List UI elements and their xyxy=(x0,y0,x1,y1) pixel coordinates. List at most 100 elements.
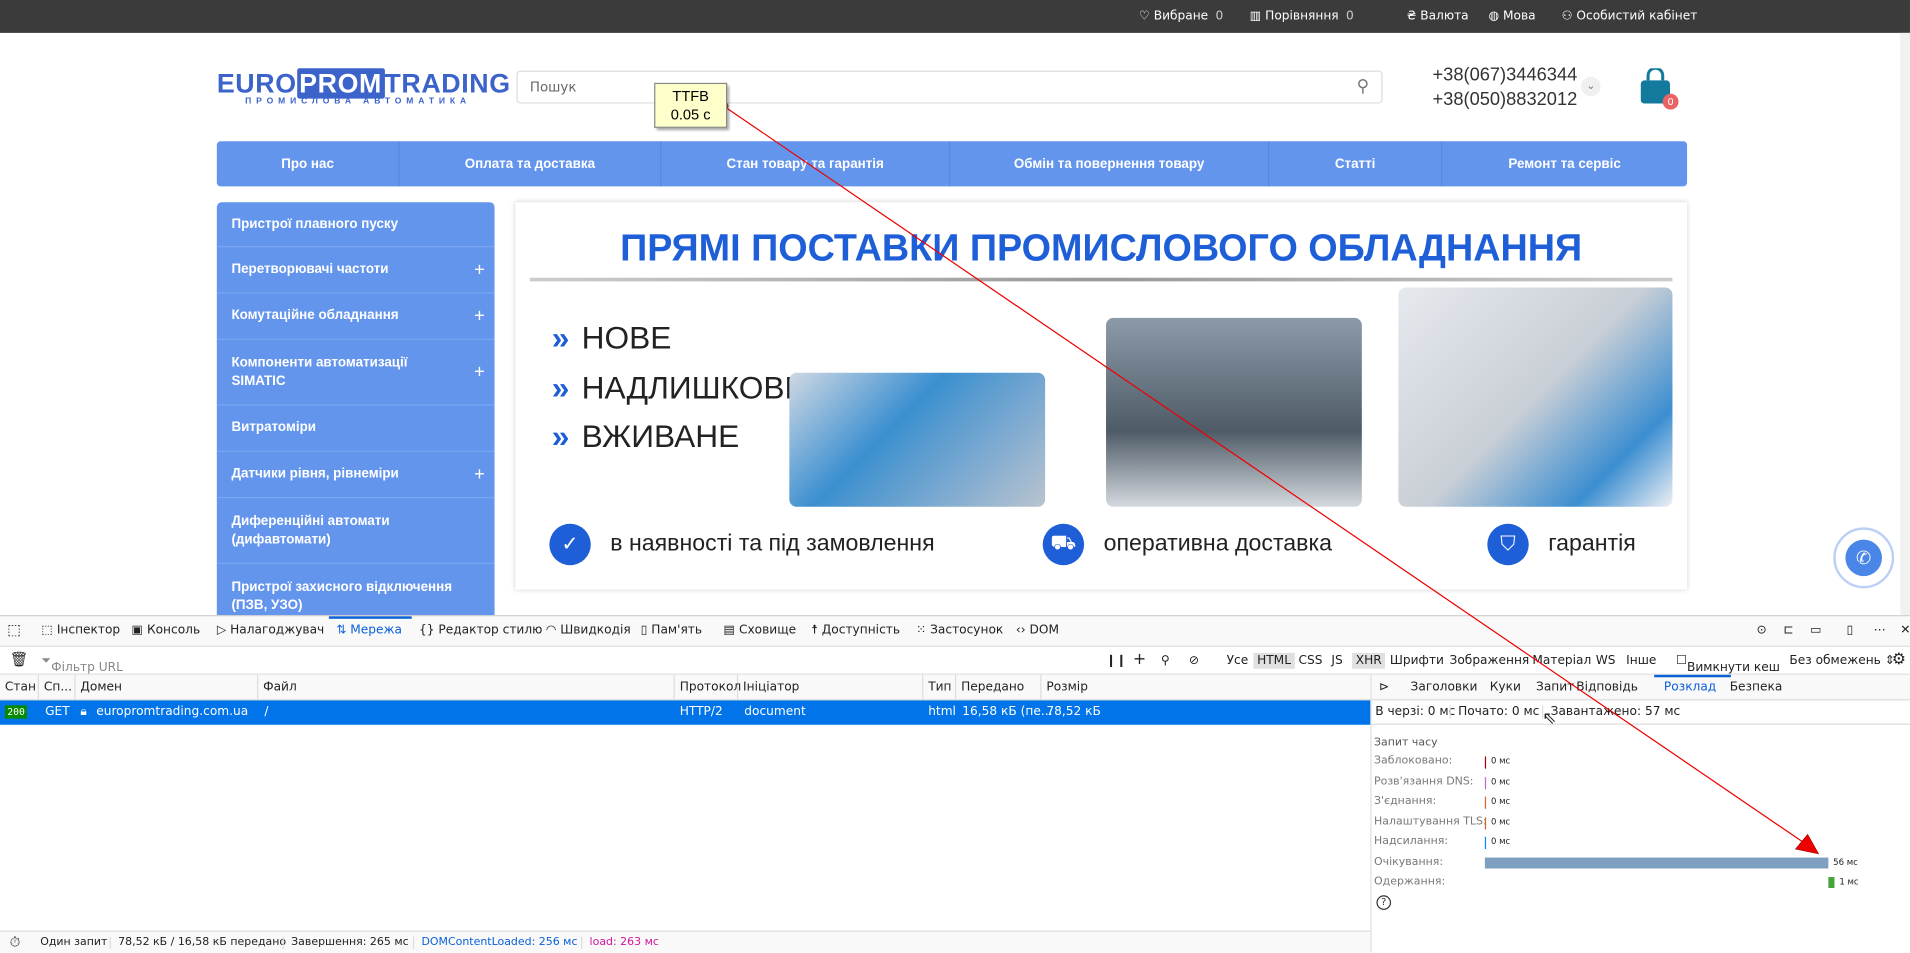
sidebar-item-label: Пристрої плавного пуску xyxy=(231,216,399,231)
column-header[interactable]: Ініціатор xyxy=(738,674,924,701)
tab-console[interactable]: ▣ Консоль xyxy=(132,624,201,637)
filter-ws[interactable]: WS xyxy=(1596,654,1616,667)
sidebar-item-label: Перетворювачі частоти xyxy=(231,261,389,277)
responsive-icon[interactable]: ▯ xyxy=(1847,624,1854,637)
screenshot-icon[interactable]: ⊙ xyxy=(1757,624,1767,637)
request-domain: europromtrading.com.ua xyxy=(96,705,249,719)
logo[interactable]: EURO PROM TRADING ПРОМИСЛОВА АВТОМАТИКА xyxy=(217,68,510,106)
nav-item[interactable]: Оплата та доставка xyxy=(400,141,662,187)
tab-security[interactable]: Безпека xyxy=(1730,681,1783,694)
nav-item[interactable]: Ремонт та сервіс xyxy=(1442,141,1687,186)
filter-images[interactable]: Зображення xyxy=(1450,654,1530,667)
expand-plus-icon[interactable]: + xyxy=(474,363,485,381)
sidebar-item[interactable]: Витратоміри xyxy=(216,406,495,452)
tab-accessibility[interactable]: ☨ Доступність xyxy=(811,624,900,637)
cart-button[interactable]: 0 xyxy=(1638,66,1679,110)
filter-all[interactable]: Усе xyxy=(1227,654,1249,667)
block-icon[interactable]: ⊘ xyxy=(1189,654,1199,667)
account-link[interactable]: ⚇ Особистий кабінет xyxy=(1562,10,1698,23)
rulers-icon[interactable]: ⊏ xyxy=(1783,624,1793,637)
close-icon[interactable]: ✕ xyxy=(1900,624,1910,637)
filter-css[interactable]: CSS xyxy=(1298,654,1322,667)
phone-2[interactable]: +38(050)8832012 xyxy=(1432,88,1577,112)
table-row[interactable]: 200 GET 🔒︎ europromtrading.com.ua / HTTP… xyxy=(0,700,1371,725)
column-header[interactable]: Сп... xyxy=(39,674,76,701)
gear-icon[interactable]: ⚙ xyxy=(1892,650,1906,668)
chevron-down-icon[interactable]: ⌄ xyxy=(1581,76,1601,97)
help-icon[interactable]: ? xyxy=(1376,895,1392,910)
search-input[interactable]: Пошук ⚲ xyxy=(516,70,1383,104)
sidebar-item[interactable]: Пристрої плавного пуску xyxy=(216,202,495,248)
sidebar-item[interactable]: Датчики рівня, рівнеміри + xyxy=(216,452,495,499)
sidebar-item[interactable]: Комутаційне обладнання + xyxy=(216,294,495,340)
column-header[interactable]: Розмір xyxy=(1041,675,1370,701)
tab-network[interactable]: ⇅ Мережа xyxy=(336,624,402,637)
tab-inspector[interactable]: ⬚ Інспектор xyxy=(41,624,120,637)
currency-link[interactable]: ₴ Валюта xyxy=(1407,10,1469,23)
compare-link[interactable]: ▥ Порівняння 0 xyxy=(1250,10,1354,23)
nav-item[interactable]: Обмін та повернення товару xyxy=(950,141,1270,187)
element-picker-icon[interactable]: ⬚ xyxy=(7,621,21,638)
throttle-select[interactable]: Без обмежень ⇕ xyxy=(1789,654,1895,667)
trash-icon[interactable]: 🗑 xyxy=(10,650,29,667)
tab-timings[interactable]: Розклад xyxy=(1664,681,1716,694)
favorites-link[interactable]: ♡ Вибране 0 xyxy=(1139,10,1223,23)
nav-item[interactable]: Стан товару та гарантія xyxy=(661,141,951,187)
timing-value: 1 мс xyxy=(1839,877,1859,887)
column-header[interactable]: Домен xyxy=(76,674,259,701)
filter-html[interactable]: HTML xyxy=(1253,652,1295,669)
expand-plus-icon[interactable]: + xyxy=(474,261,485,279)
phones: +38(067)3446344 +38(050)8832012 xyxy=(1432,63,1577,112)
filter-fonts[interactable]: Шрифти xyxy=(1390,654,1444,667)
filter-media[interactable]: Матеріал xyxy=(1532,654,1591,667)
filter-url-input[interactable]: ⏷ Фільтр URL xyxy=(41,654,122,675)
column-header[interactable]: Протокол xyxy=(675,674,741,701)
plus-icon[interactable]: + xyxy=(1133,650,1146,668)
tab-dom[interactable]: ‹› DOM xyxy=(1016,624,1059,637)
disable-cache-checkbox[interactable]: ☐ Вимкнути кеш xyxy=(1676,654,1780,675)
tab-headers[interactable]: Заголовки xyxy=(1411,681,1478,694)
measure-icon[interactable]: ▭ xyxy=(1810,624,1822,637)
tab-cookies[interactable]: Куки xyxy=(1490,681,1521,694)
language-link[interactable]: ◍ Мова xyxy=(1489,10,1536,23)
more-icon[interactable]: ⋯ xyxy=(1873,624,1885,637)
tab-performance[interactable]: ◠ Швидкодія xyxy=(546,624,631,637)
search-icon[interactable]: ⚲ xyxy=(1357,77,1370,96)
nav-item[interactable]: Про нас xyxy=(217,141,400,187)
column-header[interactable]: Файл xyxy=(258,674,675,701)
tab-request[interactable]: Запит xyxy=(1536,681,1574,694)
nav-item[interactable]: Статті xyxy=(1269,141,1443,187)
tab-debugger[interactable]: ▷ Налагоджувач xyxy=(217,624,324,637)
sidebar-item[interactable]: Диференційні автомати (дифавтомати) xyxy=(216,498,495,564)
devtools-toolbar: ⬚ ⬚ Інспектор ▣ Консоль ▷ Налагоджувач ⇅… xyxy=(0,616,1910,647)
filter-xhr[interactable]: XHR xyxy=(1352,652,1386,669)
sidebar-item[interactable]: Компоненти автоматизації SIMATIC + xyxy=(216,340,495,406)
page-scrollbar[interactable] xyxy=(1900,32,1910,616)
timing-label: Одержання: xyxy=(1374,875,1446,888)
tab-label: Сховище xyxy=(738,623,797,638)
dom-content-loaded-time: DOMContentLoaded: 256 мс xyxy=(412,936,577,949)
tab-response[interactable]: Відповідь xyxy=(1576,681,1638,694)
request-initiator: document xyxy=(744,705,806,719)
promo-banner[interactable]: ПРЯМІ ПОСТАВКИ ПРОМИСЛОВОГО ОБЛАДНАННЯ »… xyxy=(515,202,1688,590)
column-header[interactable]: Тип xyxy=(923,674,957,701)
search-icon[interactable]: ⚲ xyxy=(1161,654,1170,667)
sidebar-item[interactable]: Пристрої захисного відключення (ПЗВ, УЗО… xyxy=(217,564,495,616)
sidebar-item[interactable]: Перетворювачі частоти + xyxy=(216,247,495,294)
column-header[interactable]: Стан xyxy=(0,674,39,701)
request-protocol: HTTP/2 xyxy=(679,705,723,719)
toggle-sidebar-icon[interactable]: ⊳ xyxy=(1379,681,1389,694)
expand-plus-icon[interactable]: + xyxy=(474,465,485,483)
tab-memory[interactable]: ▯ Пам'ять xyxy=(641,624,702,637)
column-header[interactable]: Передано xyxy=(956,674,1042,701)
tab-style-editor[interactable]: {} Редактор стилю xyxy=(419,624,542,637)
filter-other[interactable]: Інше xyxy=(1626,654,1656,667)
call-button[interactable]: ✆ xyxy=(1833,527,1895,589)
filter-js[interactable]: JS xyxy=(1331,654,1342,667)
phone-1[interactable]: +38(067)3446344 xyxy=(1432,63,1577,87)
tab-storage[interactable]: ▤ Сховище xyxy=(724,624,797,637)
pause-icon[interactable]: ❙❙ xyxy=(1106,654,1126,667)
tab-application[interactable]: ⁙ Застосунок xyxy=(916,624,1003,637)
expand-plus-icon[interactable]: + xyxy=(474,307,485,325)
sidebar-item-label: Пристрої захисного відключення (ПЗВ, УЗО… xyxy=(231,579,453,613)
